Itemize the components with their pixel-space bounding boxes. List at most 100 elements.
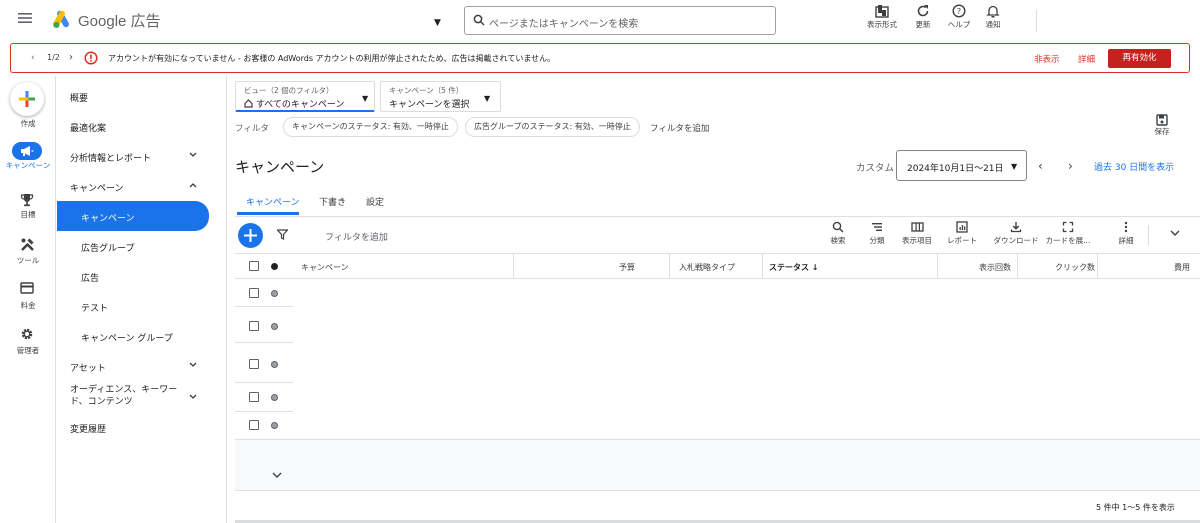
search-placeholder: ページまたはキャンペーンを検索 <box>489 19 639 30</box>
nav-change-history[interactable]: 変更履歴 <box>57 413 217 441</box>
campaign-dropdown-icon: ▼ <box>484 94 491 103</box>
nav-experiments[interactable]: テスト <box>57 292 217 320</box>
more-tool-button[interactable]: 詳細 <box>1101 221 1151 246</box>
megaphone-icon <box>21 146 34 156</box>
segment-icon <box>872 223 882 231</box>
reports-tool-button[interactable]: レポート <box>937 221 987 246</box>
table-summary-divider <box>235 490 1200 491</box>
date-next-button[interactable]: › <box>1068 159 1073 173</box>
search-icon <box>832 221 844 233</box>
column-divider <box>669 254 670 279</box>
rail-campaigns-button[interactable] <box>12 142 42 160</box>
alert-hide-link[interactable]: 非表示 <box>1034 53 1060 65</box>
rail-create-label: 作成 <box>20 119 36 128</box>
col-bid-strategy[interactable]: 入札戦略タイプ <box>679 262 735 273</box>
plus-icon <box>244 229 257 242</box>
filter-chip-campaign-status[interactable]: キャンペーンのステータス: 有効、一時停止 <box>283 117 458 137</box>
row-divider <box>235 382 293 383</box>
table-header: キャンペーン 予算 入札戦略タイプ ステータス ↓ 表示回数 クリック数 費用 <box>235 254 1200 279</box>
account-dropdown-icon[interactable]: ▼ <box>434 18 441 28</box>
table-summary-area <box>235 440 1200 490</box>
date-prev-button[interactable]: ‹ <box>1038 159 1043 173</box>
download-tool-button[interactable]: ダウンロード <box>991 221 1041 246</box>
status-dot-icon <box>271 361 278 368</box>
nav-ads[interactable]: 広告 <box>57 262 217 290</box>
download-icon <box>1010 222 1022 233</box>
filter-label: フィルタ <box>235 124 269 134</box>
row-checkbox[interactable] <box>249 392 259 402</box>
alert-prev-button[interactable]: ‹ <box>31 53 35 63</box>
chevron-down-icon[interactable] <box>272 472 282 479</box>
nav-campaign-groups[interactable]: キャンペーン グループ <box>57 322 217 350</box>
notifications-button[interactable]: 通知 <box>971 4 1015 36</box>
gear-icon[interactable] <box>20 327 34 341</box>
campaign-selector[interactable]: キャンペーン（5 件） キャンペーンを選択 ▼ <box>380 81 501 112</box>
active-tab-indicator <box>237 212 299 215</box>
appearance-button[interactable]: 表示形式 <box>860 4 904 36</box>
columns-tool-button[interactable]: 表示項目 <box>892 221 942 246</box>
nav-campaigns-group[interactable]: キャンペーン <box>57 172 217 200</box>
alert-message: アカウントが有効になっていません - お客様の AdWords アカウントの利用… <box>108 54 556 63</box>
status-dot-icon <box>271 290 278 297</box>
date-range-picker[interactable]: 2024年10月1日～21日 ▼ <box>896 150 1027 181</box>
table-filter-input[interactable]: フィルタを追加 <box>325 230 388 243</box>
bell-icon <box>986 5 1000 18</box>
nav-assets[interactable]: アセット <box>57 352 217 380</box>
tools-icon[interactable] <box>20 237 35 252</box>
tab-drafts[interactable]: 下書き <box>319 195 346 208</box>
alert-details-link[interactable]: 詳細 <box>1078 53 1095 65</box>
row-checkbox[interactable] <box>249 420 259 430</box>
status-dot-icon <box>271 323 278 330</box>
view-dropdown-icon: ▼ <box>362 94 369 103</box>
billing-icon[interactable] <box>20 282 34 294</box>
warning-icon <box>84 51 98 65</box>
svg-text:?: ? <box>957 7 961 16</box>
view-selector[interactable]: ビュー（2 個のフィルタ） すべてのキャンペーン ▼ <box>235 81 375 112</box>
row-checkbox[interactable] <box>249 321 259 331</box>
nav-overview[interactable]: 概要 <box>57 82 217 110</box>
fullscreen-icon <box>1062 221 1074 233</box>
create-button[interactable] <box>10 82 44 116</box>
page-title: キャンペーン <box>235 158 325 176</box>
add-campaign-button[interactable] <box>238 223 263 248</box>
chevron-down-icon <box>189 152 197 158</box>
search-input[interactable]: ページまたはキャンペーンを検索 <box>464 6 776 35</box>
row-checkbox[interactable] <box>249 288 259 298</box>
nav-audiences[interactable]: オーディエンス、キーワード、コンテンツ <box>57 382 217 412</box>
rail-billing-label: 料金 <box>20 301 36 310</box>
col-campaign[interactable]: キャンペーン <box>301 262 349 273</box>
col-clicks[interactable]: クリック数 <box>1055 262 1095 273</box>
col-impressions[interactable]: 表示回数 <box>979 262 1011 273</box>
refresh-icon <box>917 5 929 17</box>
nav-recommendations[interactable]: 最適化案 <box>57 112 217 140</box>
nav-insights[interactable]: 分析情報とレポート <box>57 142 217 170</box>
nav-ad-groups[interactable]: 広告グループ <box>57 232 217 260</box>
toolbar-divider <box>1148 225 1149 245</box>
chevron-down-icon[interactable] <box>1170 230 1180 237</box>
column-divider <box>937 254 938 279</box>
col-status[interactable]: ステータス ↓ <box>769 262 819 273</box>
show-last-30-days-link[interactable]: 過去 30 日間を表示 <box>1094 160 1174 173</box>
filter-chip-adgroup-status[interactable]: 広告グループのステータス: 有効、一時停止 <box>465 117 640 137</box>
col-budget[interactable]: 予算 <box>619 262 635 273</box>
tab-settings[interactable]: 設定 <box>366 195 384 208</box>
nav-campaigns[interactable]: キャンペーン <box>57 201 209 231</box>
columns-icon <box>910 222 924 232</box>
save-button[interactable]: 保存 <box>1150 114 1174 137</box>
save-icon <box>1156 114 1168 126</box>
menu-icon[interactable] <box>18 12 38 30</box>
row-checkbox[interactable] <box>249 359 259 369</box>
table-toolbar: フィルタを追加 検索 分類 表示項目 レポート ダウンロード カードを展... … <box>235 217 1200 254</box>
reactivate-button[interactable]: 再有効化 <box>1108 49 1171 68</box>
trophy-icon[interactable] <box>20 193 34 207</box>
alert-next-button[interactable]: › <box>69 52 73 63</box>
rail-campaigns-label: キャンペーン <box>5 161 51 170</box>
filter-icon[interactable] <box>277 229 288 240</box>
status-dot-icon <box>271 394 278 401</box>
date-dropdown-icon: ▼ <box>1011 162 1018 171</box>
col-cost[interactable]: 費用 <box>1174 262 1190 273</box>
tab-campaigns[interactable]: キャンペーン <box>246 195 300 208</box>
expand-cards-tool-button[interactable]: カードを展... <box>1043 221 1093 246</box>
select-all-checkbox[interactable] <box>249 261 259 271</box>
add-filter-link[interactable]: フィルタを追加 <box>650 122 709 134</box>
